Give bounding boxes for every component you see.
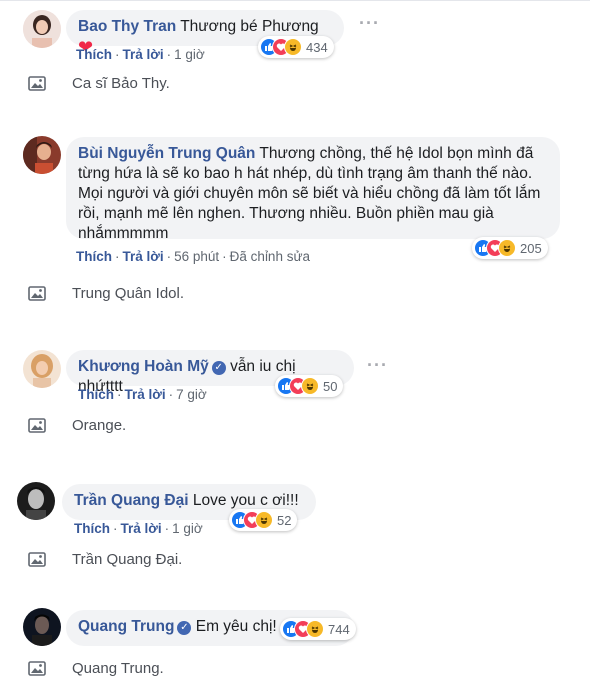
top-divider	[0, 0, 590, 1]
reaction-summary[interactable]: 744	[280, 618, 356, 640]
reaction-count: 434	[306, 39, 328, 55]
avatar[interactable]	[17, 482, 55, 520]
reaction-count: 52	[277, 512, 292, 528]
comment-actions: Thích · Trả lời · 7 giờ	[78, 387, 207, 402]
timestamp[interactable]: 1 giờ	[174, 47, 205, 62]
reply-link[interactable]: Trả lời	[121, 521, 162, 536]
reaction-count: 744	[328, 621, 350, 637]
image-icon	[28, 284, 46, 302]
avatar[interactable]	[23, 608, 61, 646]
comment-actions: Thích · Trả lời · 56 phút · Đã chỉnh sửa	[76, 249, 310, 264]
image-icon	[28, 74, 46, 92]
caption-text: Trung Quân Idol.	[72, 284, 185, 302]
more-options-icon[interactable]: ···	[367, 355, 388, 376]
haha-reaction-icon	[301, 377, 319, 395]
like-link[interactable]: Thích	[76, 47, 112, 62]
reaction-summary[interactable]: 52	[229, 509, 298, 531]
image-icon	[28, 659, 46, 677]
comment-actions: Thích · Trả lời · 1 giờ	[74, 521, 203, 536]
comment-actions: Thích · Trả lời · 1 giờ	[76, 47, 205, 62]
comment-text: Thương bé Phương	[180, 18, 319, 35]
comment-text: Em yêu chị!	[195, 618, 277, 635]
commenter-name[interactable]: Khương Hoàn Mỹ	[78, 358, 209, 375]
image-caption: Trần Quang Đại.	[28, 550, 182, 568]
like-link[interactable]: Thích	[74, 521, 110, 536]
verified-badge-icon: ✓	[177, 621, 192, 635]
image-caption: Ca sĩ Bảo Thy.	[28, 74, 170, 92]
commenter-name[interactable]: Bùi Nguyễn Trung Quân	[78, 145, 255, 162]
caption-text: Orange.	[72, 416, 127, 434]
reaction-summary[interactable]: 50	[275, 375, 344, 397]
avatar[interactable]	[23, 350, 61, 388]
image-caption: Quang Trung.	[28, 659, 164, 677]
like-link[interactable]: Thích	[78, 387, 114, 402]
timestamp[interactable]: 1 giờ	[172, 521, 203, 536]
timestamp[interactable]: 7 giờ	[176, 387, 207, 402]
reaction-count: 205	[520, 240, 542, 256]
reaction-count: 50	[323, 378, 338, 394]
image-icon	[28, 550, 46, 568]
reply-link[interactable]: Trả lời	[125, 387, 166, 402]
image-caption: Trung Quân Idol.	[28, 284, 184, 302]
caption-text: Ca sĩ Bảo Thy.	[72, 74, 170, 92]
haha-reaction-icon	[498, 239, 516, 257]
commenter-name[interactable]: Quang Trung	[78, 618, 174, 635]
image-caption: Orange.	[28, 416, 126, 434]
more-options-icon[interactable]: ···	[359, 13, 380, 34]
reply-link[interactable]: Trả lời	[123, 47, 164, 62]
edited-label[interactable]: Đã chỉnh sửa	[230, 249, 310, 264]
image-icon	[28, 416, 46, 434]
reaction-summary[interactable]: 434	[258, 36, 334, 58]
haha-reaction-icon	[284, 38, 302, 56]
commenter-name[interactable]: Trần Quang Đại	[74, 492, 189, 509]
avatar[interactable]	[23, 10, 61, 48]
caption-text: Trần Quang Đại.	[72, 550, 183, 568]
reaction-summary[interactable]: 205	[472, 237, 548, 259]
avatar[interactable]	[23, 136, 61, 174]
haha-reaction-icon	[255, 511, 273, 529]
comment-text: Love you c ơi!!!	[192, 492, 299, 509]
verified-badge-icon: ✓	[211, 361, 226, 375]
like-link[interactable]: Thích	[76, 249, 112, 264]
timestamp[interactable]: 56 phút	[174, 249, 219, 264]
reply-link[interactable]: Trả lời	[123, 249, 164, 264]
haha-reaction-icon	[306, 620, 324, 638]
commenter-name[interactable]: Bao Thy Tran	[78, 18, 176, 35]
caption-text: Quang Trung.	[72, 659, 164, 677]
comment-bubble: Bùi Nguyễn Trung Quân Thương chồng, thế …	[66, 137, 560, 242]
